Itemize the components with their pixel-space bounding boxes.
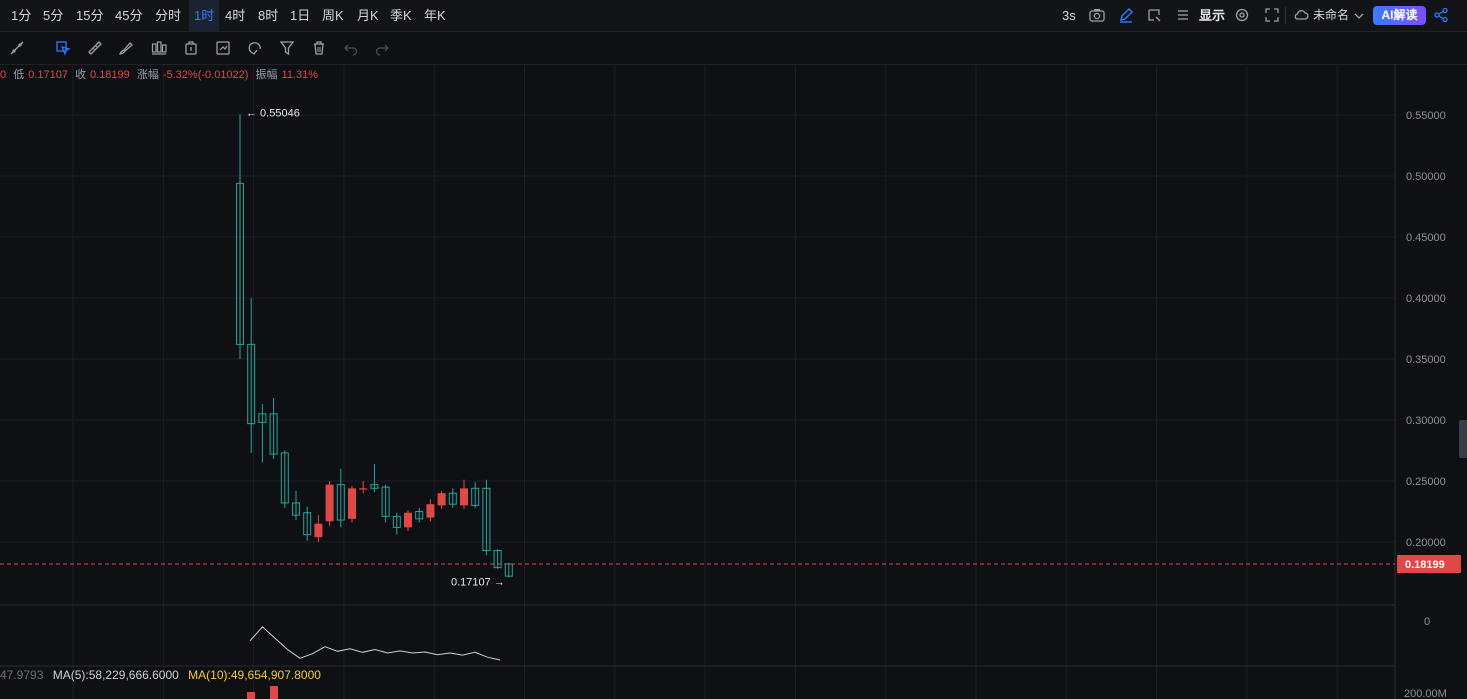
trend-line-icon[interactable] [8, 39, 26, 57]
candle-body [359, 488, 368, 490]
delete-icon[interactable] [310, 39, 328, 57]
redo-icon[interactable] [373, 39, 391, 57]
volume-bar [270, 686, 278, 699]
ohlc-info: 0 低 0.17107 收 0.18199 涨幅 -5.32%(-0.01022) 振… [0, 66, 322, 82]
candles-icon[interactable] [150, 39, 168, 57]
low-value: 0.17107 [28, 69, 68, 81]
candle-body [325, 484, 334, 522]
indicator-pane: 0 200.00M [247, 616, 1447, 699]
candle-body [404, 512, 412, 528]
period-tab-3[interactable]: 45分 [115, 0, 142, 31]
note-icon[interactable] [214, 39, 232, 57]
ma10-value: MA(10):49,654,907.8000 [188, 668, 321, 682]
filter-icon[interactable] [278, 39, 296, 57]
period-tab-5[interactable]: 1时 [189, 0, 220, 31]
indicator-zero-label: 0 [1424, 616, 1430, 628]
amplitude-value: 11.31% [281, 69, 319, 81]
refresh-interval[interactable]: 3s [1062, 0, 1076, 31]
indicator-icon[interactable] [182, 39, 200, 57]
export-icon[interactable] [1145, 6, 1163, 24]
period-tab-2[interactable]: 15分 [76, 0, 103, 31]
display-button[interactable]: 显示 [1199, 0, 1225, 31]
price-axis: 0.55000 0.50000 0.45000 0.40000 0.35000 0.300… [1406, 110, 1446, 549]
drawing-toolbar [0, 32, 1467, 65]
indicator-line [249, 626, 501, 661]
candle-body [426, 504, 435, 518]
period-tab-11[interactable]: 季K [390, 0, 412, 31]
amplitude-label: 振幅 [255, 69, 278, 81]
candle-body [348, 488, 356, 519]
side-panel-handle[interactable] [1459, 420, 1467, 458]
period-tab-6[interactable]: 4时 [225, 0, 245, 31]
ruler-icon[interactable] [86, 39, 104, 57]
period-tab-9[interactable]: 周K [322, 0, 344, 31]
y-tick-label: 0.30000 [1406, 415, 1446, 427]
volume-ma-row: 47.9793 MA(5):58,229,666.6000 MA(10):49,… [0, 668, 321, 682]
select-icon[interactable] [54, 39, 72, 57]
separator [1285, 7, 1286, 24]
cloud-icon [1292, 6, 1310, 24]
magnet-icon[interactable] [246, 39, 264, 57]
share-icon[interactable] [1432, 6, 1450, 24]
y-tick-label: 0.25000 [1406, 476, 1446, 488]
chart-markers: 0.18199 ← 0.55046 0.17107 → [0, 107, 1461, 588]
change-value: -5.32%(-0.01022) [162, 69, 249, 81]
volume-bar [247, 692, 255, 699]
last-price-label: 0.18199 [1405, 559, 1445, 571]
candle-body [460, 488, 468, 506]
ai-interpret-button[interactable]: AI解读 [1373, 6, 1426, 25]
undo-icon[interactable] [342, 39, 360, 57]
volume-axis-label: 200.00M [1404, 688, 1447, 699]
y-tick-label: 0.45000 [1406, 232, 1446, 244]
brush-icon[interactable] [117, 39, 135, 57]
period-tab-4[interactable]: 分时 [155, 0, 181, 31]
chart-grid [0, 64, 1396, 699]
period-toolbar: 1分 5分 15分 45分 分时 1时 4时 8时 1日 周K 月K 季K 年K 3s 显示 未命名 A… [0, 0, 1467, 32]
list-icon[interactable] [1174, 6, 1192, 24]
ma5-value: MA(5):58,229,666.6000 [52, 668, 179, 682]
low-marker-label: 0.17107 → [451, 576, 505, 588]
low-label: 低 [13, 69, 25, 81]
settings-icon[interactable] [1233, 6, 1251, 24]
ohlc-prefix: 0 [0, 69, 7, 81]
y-tick-label: 0.50000 [1406, 171, 1446, 183]
period-tab-0[interactable]: 1分 [11, 0, 31, 31]
y-tick-label: 0.35000 [1406, 354, 1446, 366]
period-tab-7[interactable]: 8时 [258, 0, 278, 31]
pen-icon[interactable] [1117, 6, 1135, 24]
period-tab-1[interactable]: 5分 [43, 0, 63, 31]
ma-prefix-value: 47.9793 [0, 668, 44, 682]
camera-icon[interactable] [1088, 6, 1106, 24]
candlestick-chart[interactable]: 0.55000 0.50000 0.45000 0.40000 0.35000 0.300… [0, 64, 1467, 699]
fullscreen-icon[interactable] [1263, 6, 1281, 24]
period-tab-8[interactable]: 1日 [290, 0, 310, 31]
high-marker-label: ← 0.55046 [246, 107, 300, 119]
change-label: 涨幅 [136, 69, 159, 81]
candle-body [437, 493, 446, 506]
layout-name[interactable]: 未命名 [1313, 0, 1349, 31]
y-tick-label: 0.40000 [1406, 293, 1446, 305]
period-tab-10[interactable]: 月K [357, 0, 379, 31]
period-tab-12[interactable]: 年K [424, 0, 446, 31]
chevron-down-icon[interactable] [1350, 7, 1368, 25]
y-tick-label: 0.20000 [1406, 537, 1446, 549]
candle-body [314, 523, 323, 538]
candles-group [236, 114, 513, 578]
close-value: 0.18199 [90, 69, 130, 81]
close-label: 收 [75, 69, 87, 81]
y-tick-label: 0.55000 [1406, 110, 1446, 122]
